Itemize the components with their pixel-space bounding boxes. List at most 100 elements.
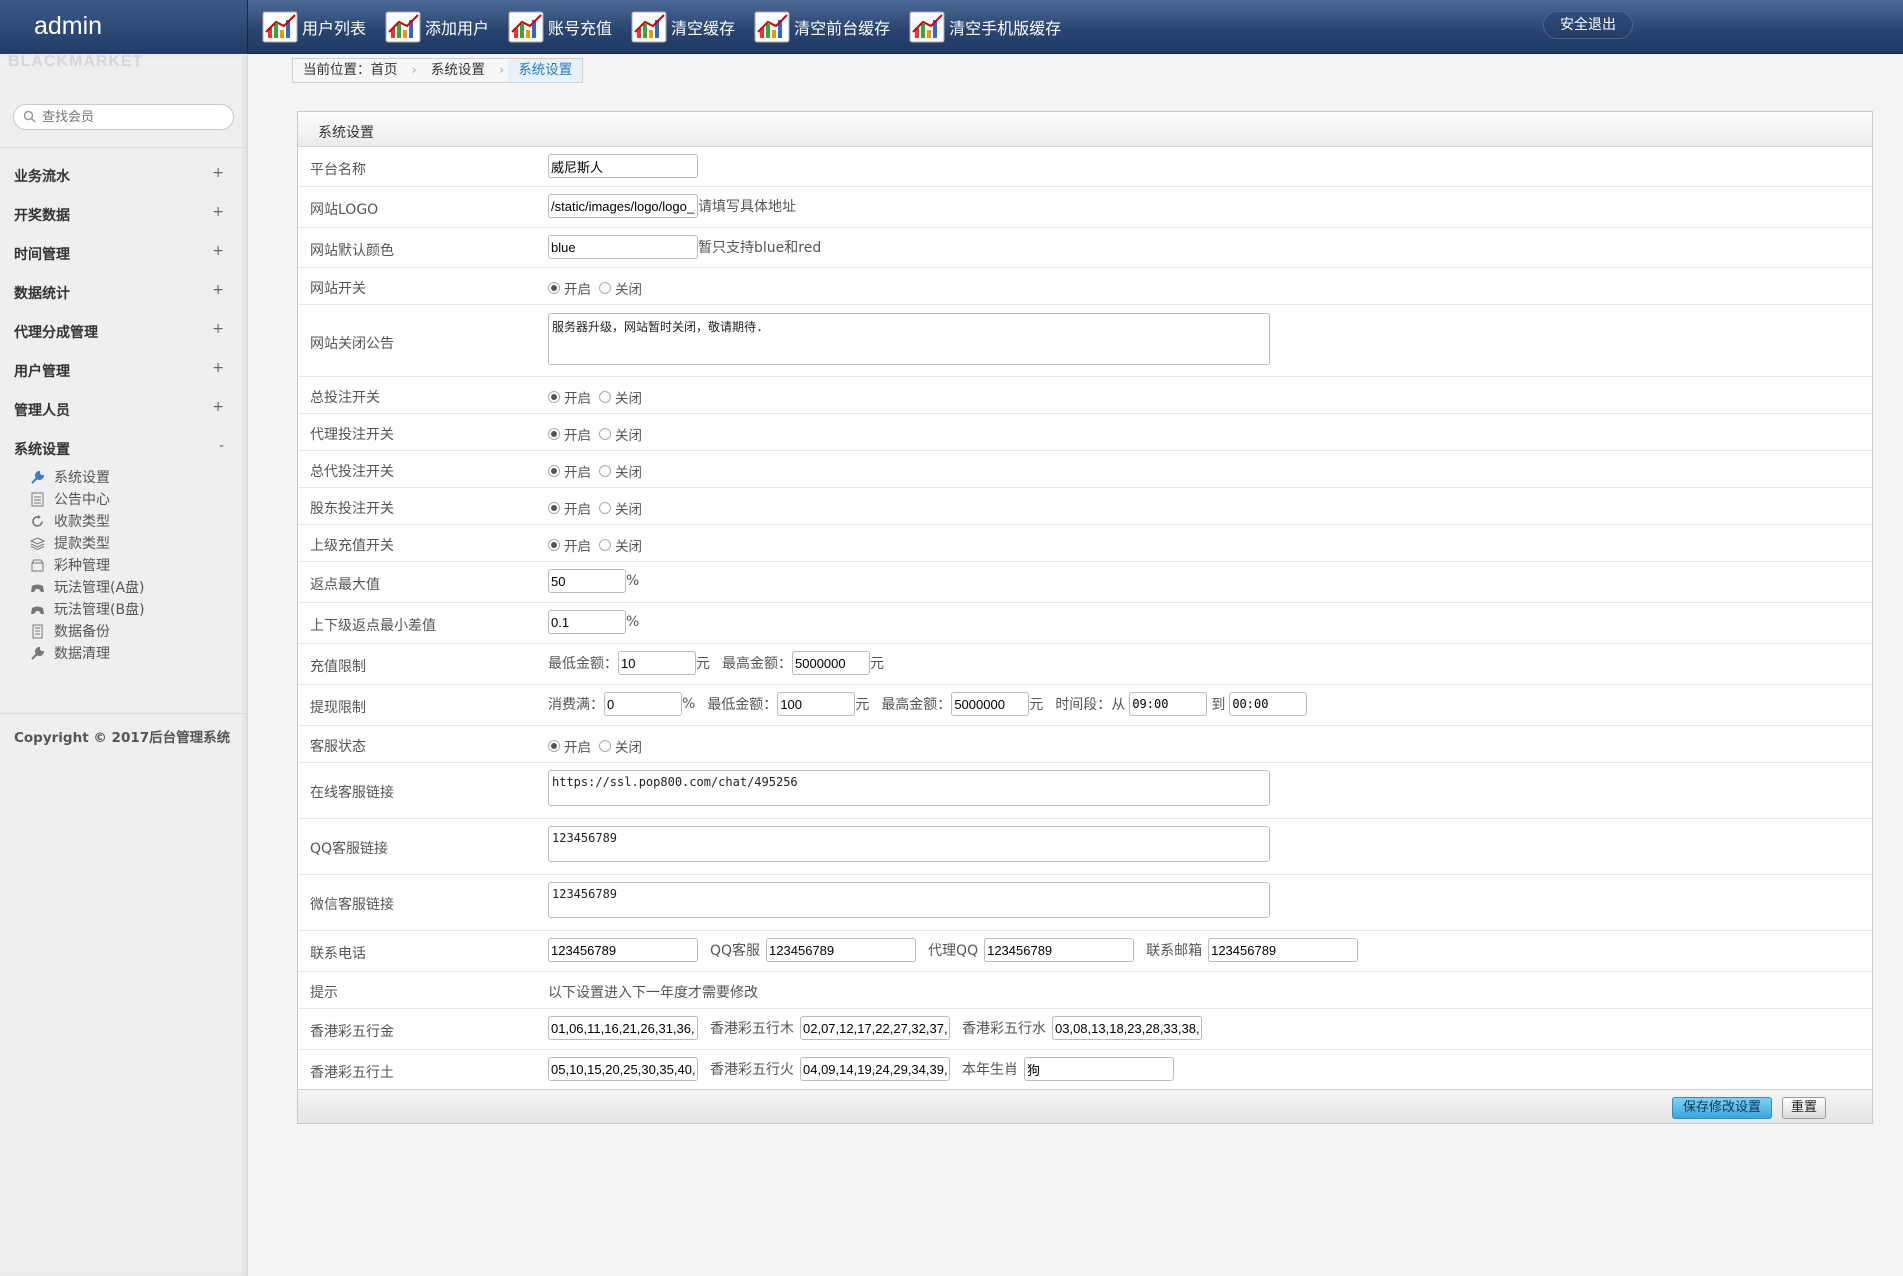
form-footer: 保存修改设置 重置: [298, 1089, 1872, 1123]
menu-system-settings[interactable]: 系统设置 -: [14, 436, 224, 460]
radio-label: 关闭: [615, 502, 642, 518]
radio-on[interactable]: 开启: [548, 424, 591, 444]
logo-input[interactable]: [548, 194, 698, 218]
search-input[interactable]: [42, 109, 227, 126]
sub-lottery-management[interactable]: 彩种管理: [30, 555, 110, 575]
menu-business-flow[interactable]: 业务流水 +: [14, 163, 224, 187]
radio-off[interactable]: 关闭: [599, 498, 642, 518]
menu-time-management[interactable]: 时间管理 +: [14, 241, 224, 265]
radio-on[interactable]: 开启: [548, 535, 591, 555]
form-row-rebate-max: 返点最大值 %: [298, 562, 1872, 603]
online-cs-textarea[interactable]: https://ssl.pop800.com/chat/495256: [548, 770, 1270, 806]
radio-off[interactable]: 关闭: [599, 387, 642, 407]
tools-icon: [31, 646, 45, 660]
form-row-contact: 联系电话 QQ客服 代理QQ 联系邮箱: [298, 931, 1872, 972]
nav-recharge[interactable]: 账号充值: [508, 8, 612, 46]
save-button[interactable]: 保存修改设置: [1672, 1097, 1772, 1119]
expand-icon: +: [212, 399, 224, 415]
radio-on[interactable]: 开启: [548, 498, 591, 518]
breadcrumb-home[interactable]: 当前位置：首页: [293, 59, 408, 82]
recharge-min-input[interactable]: [618, 651, 696, 675]
nav-clear-cache[interactable]: 清空缓存: [631, 8, 735, 46]
breadcrumb-level1[interactable]: 系统设置: [421, 59, 495, 82]
nav-user-list[interactable]: 用户列表: [262, 8, 366, 46]
menu-user-management[interactable]: 用户管理 +: [14, 358, 224, 382]
hk-wood-input[interactable]: [800, 1016, 950, 1040]
rebate-max-input[interactable]: [548, 569, 626, 593]
close-notice-textarea[interactable]: 服务器升级，网站暂时关闭，敬请期待.: [548, 313, 1270, 365]
nav-label: 清空缓存: [671, 21, 736, 38]
withdraw-from-input[interactable]: [1129, 692, 1208, 716]
radio-label: 关闭: [615, 282, 642, 298]
unit: 元: [870, 656, 884, 672]
radio-on[interactable]: 开启: [548, 461, 591, 481]
menu-label: 时间管理: [14, 247, 70, 263]
zodiac-input[interactable]: [1024, 1057, 1174, 1081]
radio-on[interactable]: 开启: [548, 736, 591, 756]
reset-button[interactable]: 重置: [1782, 1097, 1826, 1119]
menu-draw-data[interactable]: 开奖数据 +: [14, 202, 224, 226]
radio-off[interactable]: 关闭: [599, 278, 642, 298]
form-row-close-notice: 网站关闭公告 服务器升级，网站暂时关闭，敬请期待.: [298, 305, 1872, 377]
menu-admins[interactable]: 管理人员 +: [14, 397, 224, 421]
wechat-cs-textarea[interactable]: 123456789: [548, 882, 1270, 918]
refresh-icon: [32, 514, 43, 527]
member-search[interactable]: [13, 104, 234, 130]
sub-system-settings[interactable]: 系统设置: [30, 467, 110, 487]
expand-icon: +: [212, 243, 224, 259]
nav-clear-mobile-cache[interactable]: 清空手机版缓存: [909, 8, 1061, 46]
radio-off[interactable]: 关闭: [599, 461, 642, 481]
top-bar: admin 用户列表 添加用户 账号充值 清空缓存 清空前台缓存 清空手机版缓存…: [0, 0, 1903, 54]
recharge-max-input[interactable]: [792, 651, 870, 675]
radio-off[interactable]: 关闭: [599, 535, 642, 555]
fire-label: 香港彩五行火: [710, 1062, 794, 1078]
radio-off[interactable]: 关闭: [599, 424, 642, 444]
hk-water-input[interactable]: [1052, 1016, 1202, 1040]
color-input[interactable]: [548, 235, 698, 259]
hk-earth-input[interactable]: [548, 1057, 698, 1081]
sub-data-backup[interactable]: 数据备份: [30, 621, 110, 641]
email-input[interactable]: [1208, 938, 1359, 962]
form-row-bet-switch: 总投注开关 开启 关闭: [298, 377, 1872, 414]
sub-play-management-a[interactable]: 玩法管理(A盘): [30, 577, 145, 597]
phone-input[interactable]: [548, 938, 698, 962]
sub-data-cleanup[interactable]: 数据清理: [30, 643, 110, 663]
nav-clear-front-cache[interactable]: 清空前台缓存: [754, 8, 890, 46]
withdraw-min-input[interactable]: [777, 692, 856, 716]
menu-statistics[interactable]: 数据统计 +: [14, 280, 224, 304]
email-label: 联系邮箱: [1146, 943, 1203, 959]
form-row-hk-gold: 香港彩五行金 香港彩五行木 香港彩五行水: [298, 1009, 1872, 1050]
nav-add-user[interactable]: 添加用户: [385, 8, 489, 46]
sub-payment-types[interactable]: 收款类型: [30, 511, 110, 531]
chart-icon: [262, 11, 298, 43]
menu-agent-commission[interactable]: 代理分成管理 +: [14, 319, 224, 343]
hk-gold-input[interactable]: [548, 1016, 698, 1040]
sub-withdraw-types[interactable]: 提款类型: [30, 533, 110, 553]
platform-name-input[interactable]: [548, 154, 698, 178]
radio-on[interactable]: 开启: [548, 387, 591, 407]
qq-input[interactable]: [766, 938, 917, 962]
unit: %: [682, 696, 696, 712]
withdraw-max-input[interactable]: [951, 692, 1030, 716]
breadcrumb-separator: ›: [411, 62, 417, 78]
hk-fire-input[interactable]: [800, 1057, 950, 1081]
settings-panel: 系统设置 平台名称 网站LOGO 请填写具体地址 网站默认颜色 暂只支持blue…: [297, 111, 1873, 1124]
logout-button[interactable]: 安全退出: [1543, 11, 1633, 39]
withdraw-consume-input[interactable]: [604, 692, 682, 716]
sub-label: 彩种管理: [54, 558, 110, 574]
menu-label: 管理人员: [14, 403, 70, 419]
radio-off[interactable]: 关闭: [599, 736, 642, 756]
radio-on[interactable]: 开启: [548, 278, 591, 298]
withdraw-to-input[interactable]: [1229, 692, 1308, 716]
qq-label: QQ客服: [710, 943, 761, 959]
sub-label: 数据备份: [54, 624, 110, 640]
sub-play-management-b[interactable]: 玩法管理(B盘): [30, 599, 145, 619]
qq-cs-textarea[interactable]: 123456789: [548, 826, 1270, 862]
expand-icon: +: [212, 282, 224, 298]
max-label: 最高金额：: [881, 697, 952, 713]
min-label: 最低金额：: [707, 697, 778, 713]
agent-qq-input[interactable]: [984, 938, 1135, 962]
rebate-diff-input[interactable]: [548, 610, 626, 634]
divider: [0, 713, 248, 714]
sub-notice-center[interactable]: 公告中心: [30, 489, 110, 509]
